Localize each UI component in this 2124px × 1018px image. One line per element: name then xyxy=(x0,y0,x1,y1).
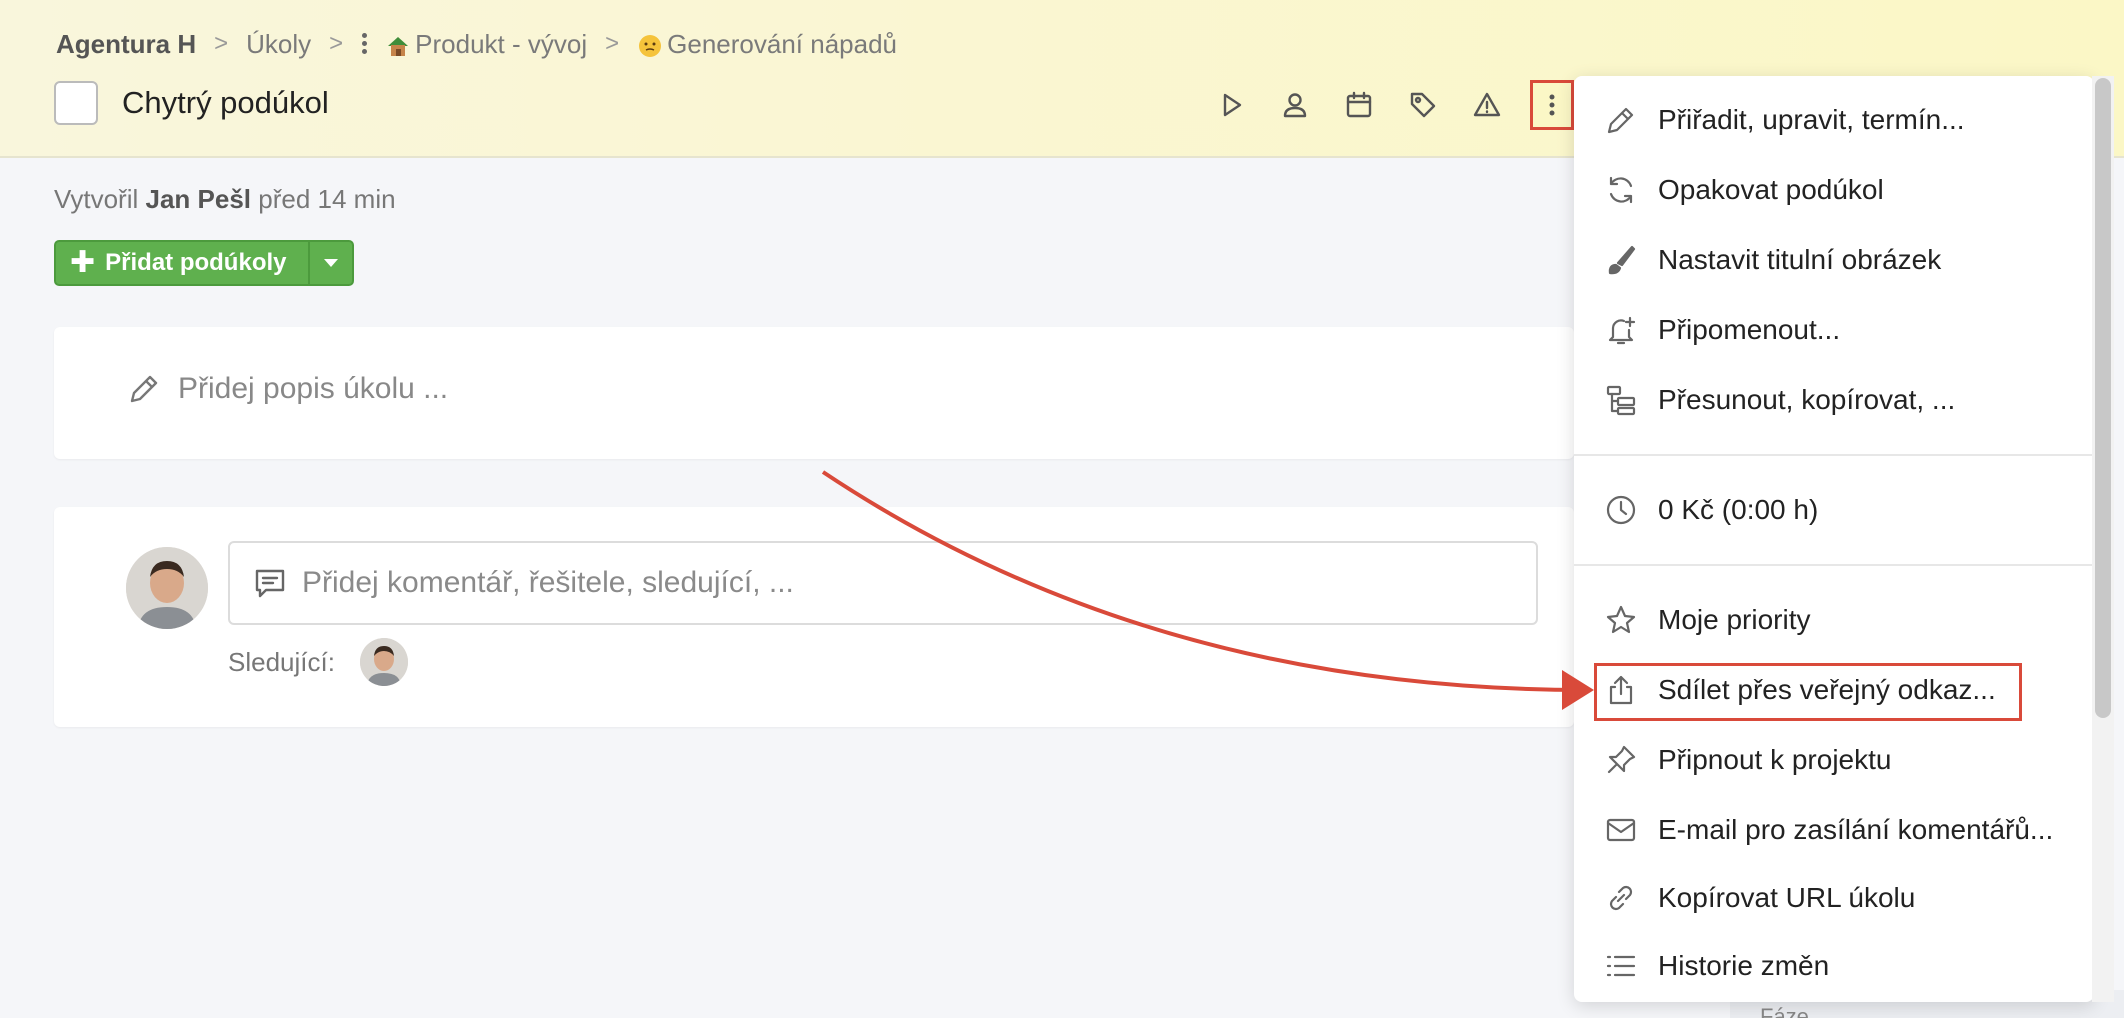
comment-input[interactable]: Přidej komentář, řešitele, sledující, ..… xyxy=(228,541,1538,625)
created-by[interactable]: Jan Pešl xyxy=(146,184,252,214)
created-prefix: Vytvořil xyxy=(54,184,139,214)
brush-icon xyxy=(1608,245,1636,275)
breadcrumb-workspace[interactable]: Agentura H xyxy=(56,29,196,60)
task-title[interactable]: Chytrý podúkol xyxy=(122,85,329,121)
pencil-icon xyxy=(1607,107,1634,134)
comment-card: Přidej komentář, řešitele, sledující, ..… xyxy=(54,507,1574,727)
calendar-icon xyxy=(1346,91,1372,118)
menu-item-comment-email[interactable]: E-mail pro zasílání komentářů... xyxy=(1574,800,2094,860)
assign-button[interactable] xyxy=(1274,84,1316,126)
thinking-emoji-icon xyxy=(639,34,662,57)
comment-icon xyxy=(255,569,285,598)
star-icon xyxy=(1606,605,1636,634)
breadcrumb-project[interactable]: Produkt - vývoj xyxy=(385,29,587,60)
due-date-button[interactable] xyxy=(1338,84,1380,126)
created-info: Vytvořil Jan Pešl před 14 min xyxy=(54,184,396,215)
play-icon xyxy=(1223,93,1242,117)
warning-icon xyxy=(1473,92,1501,117)
menu-item-history[interactable]: Historie změn xyxy=(1574,936,2094,996)
add-subtasks-button[interactable]: ✚ Přidat podúkoly xyxy=(56,242,308,284)
description-placeholder: Přidej popis úkolu ... xyxy=(178,372,449,405)
created-when: před 14 min xyxy=(258,184,396,214)
more-vertical-icon xyxy=(1549,94,1555,116)
annotation-highlight-box xyxy=(1594,663,2022,721)
description-placeholder-row[interactable]: Přidej popis úkolu ... xyxy=(126,371,448,407)
chevron-right-icon: > xyxy=(214,30,229,57)
menu-item-time-cost[interactable]: 0 Kč (0:00 h) xyxy=(1574,480,2094,540)
caret-down-icon xyxy=(324,259,338,267)
bell-plus-icon xyxy=(1608,316,1636,345)
user-icon xyxy=(1283,93,1307,118)
breadcrumb-project-label: Produkt - vývoj xyxy=(415,28,588,59)
more-actions-button[interactable] xyxy=(1530,80,1574,130)
priority-button[interactable] xyxy=(1466,84,1508,126)
description-card[interactable]: Přidej popis úkolu ... xyxy=(54,327,1574,459)
followers-label: Sledující: xyxy=(228,647,335,677)
menu-item-label: E-mail pro zasílání komentářů... xyxy=(1658,814,2054,845)
repeat-icon xyxy=(1609,176,1633,204)
menu-item-my-priorities[interactable]: Moje priority xyxy=(1574,590,2094,650)
comment-placeholder: Přidej komentář, řešitele, sledující, ..… xyxy=(302,566,794,599)
add-subtasks-label: Přidat podúkoly xyxy=(105,249,287,276)
menu-item-copy-url[interactable]: Kopírovat URL úkolu xyxy=(1574,868,2094,928)
task-title-row: Chytrý podúkol xyxy=(54,80,329,126)
tag-icon xyxy=(1410,92,1436,118)
breadcrumb-task-label: Generování nápadů xyxy=(667,28,897,59)
menu-scroll-thumb[interactable] xyxy=(2095,78,2111,718)
menu-item-repeat[interactable]: Opakovat podúkol xyxy=(1574,160,2094,220)
menu-item-label: Opakovat podúkol xyxy=(1658,174,1884,205)
tags-button[interactable] xyxy=(1402,84,1444,126)
menu-item-cover-image[interactable]: Nastavit titulní obrázek xyxy=(1574,230,2094,290)
add-subtasks-split-button: ✚ Přidat podúkoly xyxy=(54,240,354,286)
plus-icon: ✚ xyxy=(70,246,96,279)
more-vertical-icon[interactable] xyxy=(361,33,368,55)
breadcrumb-task[interactable]: Generování nápadů xyxy=(637,29,897,60)
mail-icon xyxy=(1606,818,1636,842)
link-icon xyxy=(1609,885,1633,911)
menu-item-label: Připnout k projektu xyxy=(1658,744,1892,775)
avatar xyxy=(126,547,208,629)
follower-avatar[interactable] xyxy=(360,638,408,686)
pencil-icon xyxy=(130,375,158,403)
move-icon xyxy=(1606,385,1636,416)
menu-divider xyxy=(1574,564,2094,566)
menu-item-label: Historie změn xyxy=(1658,950,1830,981)
menu-item-remind[interactable]: Připomenout... xyxy=(1574,300,2094,360)
clock-icon xyxy=(1606,495,1636,525)
chevron-right-icon: > xyxy=(605,30,620,57)
menu-item-label: Přesunout, kopírovat, ... xyxy=(1658,384,1956,415)
menu-item-move-copy[interactable]: Přesunout, kopírovat, ... xyxy=(1574,370,2094,430)
menu-item-label: Nastavit titulní obrázek xyxy=(1658,244,1942,275)
task-toolbar xyxy=(1210,80,1574,130)
complete-checkbox[interactable] xyxy=(54,81,98,125)
breadcrumb-tasks[interactable]: Úkoly xyxy=(246,29,311,60)
menu-item-pin-to-project[interactable]: Připnout k projektu xyxy=(1574,730,2094,790)
start-timer-button[interactable] xyxy=(1210,84,1252,126)
menu-item-label: Připomenout... xyxy=(1658,314,1841,345)
list-icon xyxy=(1606,955,1636,977)
menu-item-label: Moje priority xyxy=(1658,604,1811,635)
phase-label: Fáze xyxy=(1760,1004,1809,1018)
house-emoji-icon xyxy=(388,36,409,56)
breadcrumb: Agentura H > Úkoly > Produkt - vývoj > G… xyxy=(56,26,897,62)
menu-item-assign-edit[interactable]: Přiřadit, upravit, termín... xyxy=(1574,90,2094,150)
menu-divider xyxy=(1574,454,2094,456)
add-subtasks-dropdown[interactable] xyxy=(308,242,352,284)
more-actions-menu: Přiřadit, upravit, termín... Opakovat po… xyxy=(1574,76,2094,1002)
menu-item-label: Přiřadit, upravit, termín... xyxy=(1658,104,1965,135)
menu-item-label: Kopírovat URL úkolu xyxy=(1658,882,1916,913)
pin-icon xyxy=(1607,745,1636,774)
menu-item-label: 0 Kč (0:00 h) xyxy=(1658,494,1819,525)
chevron-right-icon: > xyxy=(329,30,344,57)
